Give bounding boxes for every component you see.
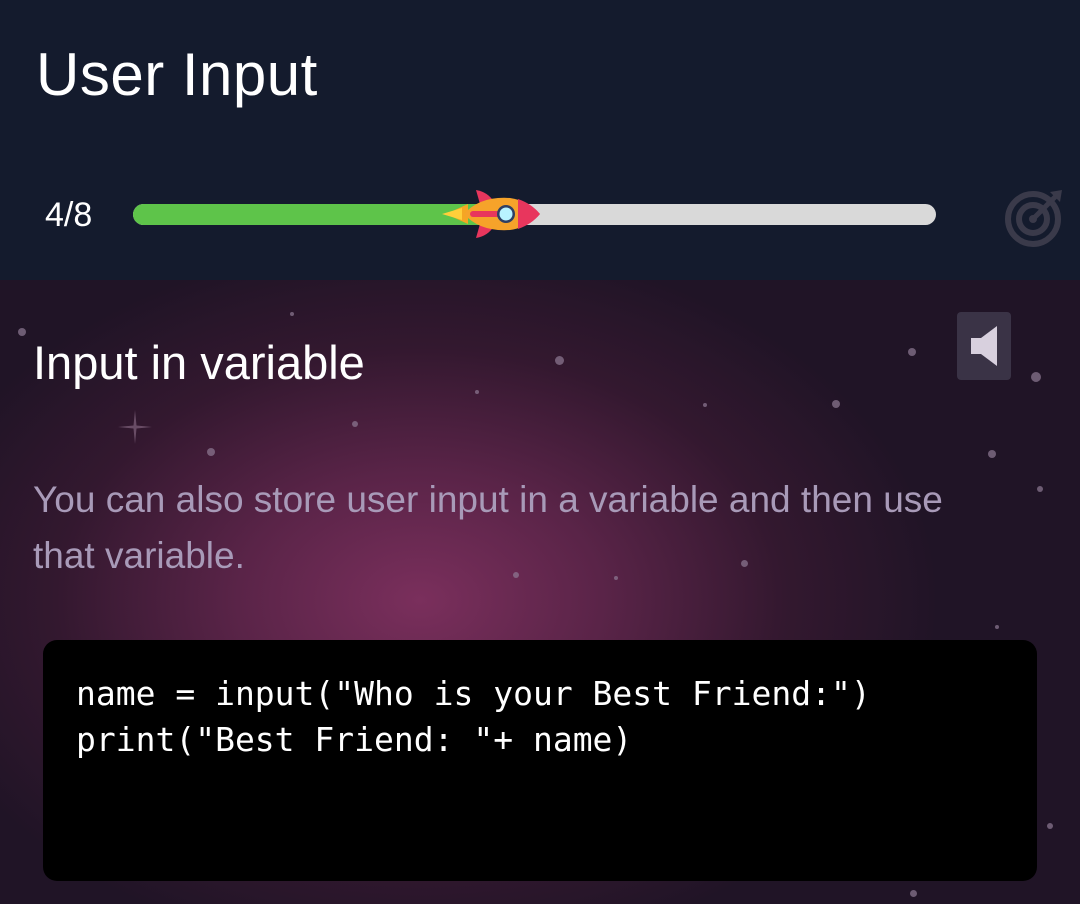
star-decoration <box>352 421 358 427</box>
target-arrow-icon[interactable] <box>1004 186 1066 248</box>
star-decoration <box>18 328 26 336</box>
page-title: User Input <box>36 41 318 108</box>
star-decoration <box>290 312 294 316</box>
progress-count: 4/8 <box>45 196 93 234</box>
code-block: name = input("Who is your Best Friend:")… <box>43 640 1037 881</box>
star-decoration <box>995 625 999 629</box>
star-decoration <box>908 348 916 356</box>
star-decoration <box>832 400 840 408</box>
star-decoration <box>555 356 564 365</box>
star-decoration <box>703 403 707 407</box>
sparkle-icon <box>118 410 152 444</box>
star-decoration <box>207 448 215 456</box>
star-decoration <box>1037 486 1043 492</box>
rocket-icon <box>442 190 540 238</box>
speaker-button[interactable] <box>957 312 1011 380</box>
speaker-icon <box>971 326 997 366</box>
lesson-content: Input in variable You can also store use… <box>0 280 1080 904</box>
progress-fill <box>133 204 490 225</box>
star-decoration <box>475 390 479 394</box>
star-decoration <box>1031 372 1041 382</box>
section-title: Input in variable <box>33 336 365 389</box>
star-decoration <box>910 890 917 897</box>
code-line: print("Best Friend: "+ name) <box>76 720 633 759</box>
lesson-description: You can also store user input in a varia… <box>33 479 943 576</box>
header-bar: User Input 4/8 <box>0 0 1080 280</box>
star-decoration <box>988 450 996 458</box>
progress-bar <box>133 190 936 238</box>
star-decoration <box>1047 823 1053 829</box>
code-line: name = input("Who is your Best Friend:") <box>76 674 871 713</box>
